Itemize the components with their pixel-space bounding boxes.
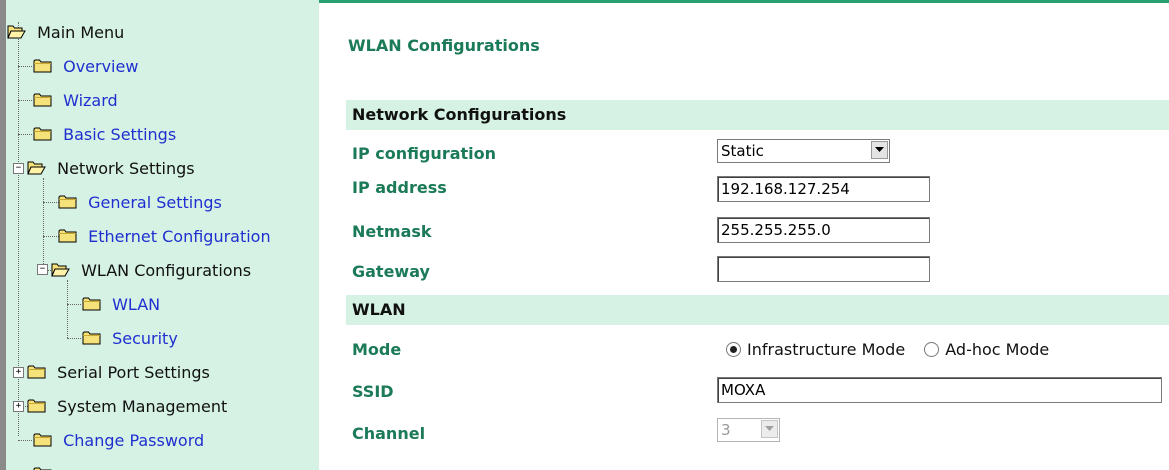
tree-line (18, 134, 32, 135)
section-header-network: Network Configurations (346, 100, 1169, 130)
channel-select[interactable]: 3 (717, 418, 780, 442)
netmask-label: Netmask (352, 222, 432, 241)
sidebar-item-label: Wizard (63, 90, 118, 110)
sidebar-item-basic-settings[interactable]: Basic Settings (33, 122, 176, 146)
gateway-input[interactable] (717, 256, 930, 282)
ip-configuration-select[interactable]: Static (717, 139, 890, 163)
tree-line (43, 202, 59, 203)
sidebar-item-ethernet-configuration[interactable]: Ethernet Configuration (58, 224, 271, 248)
mode-label: Mode (352, 340, 402, 359)
adhoc-mode-label: Ad-hoc Mode (945, 340, 1050, 359)
netmask-input[interactable] (717, 217, 930, 243)
sidebar-item-label: Ethernet Configuration (88, 226, 271, 246)
open-folder-icon (27, 160, 46, 175)
open-folder-icon (7, 24, 26, 39)
folder-icon (33, 58, 52, 73)
ip-address-input[interactable] (717, 176, 930, 202)
sidebar-item-label: Overview (63, 56, 139, 76)
radio-icon[interactable] (924, 342, 940, 357)
channel-value: 3 (721, 421, 731, 439)
tree-line (67, 338, 81, 339)
chevron-down-icon[interactable] (761, 420, 778, 438)
folder-icon (33, 92, 52, 107)
sidebar-item-partial[interactable] (33, 462, 58, 470)
sidebar-item-general-settings[interactable]: General Settings (58, 190, 222, 214)
sidebar-item-label: WLAN (112, 294, 161, 314)
folder-icon (27, 398, 46, 413)
folder-icon (82, 296, 101, 311)
ip-configuration-value: Static (721, 142, 764, 160)
sidebar-item-serial-port-settings[interactable]: Serial Port Settings (27, 360, 210, 384)
folder-icon (82, 330, 101, 345)
channel-label: Channel (352, 424, 426, 443)
sidebar-item-label: Network Settings (57, 158, 195, 178)
sidebar-item-wlan-configurations[interactable]: WLAN Configurations (51, 258, 251, 282)
sidebar-item-network-settings[interactable]: Network Settings (27, 156, 195, 180)
infrastructure-mode-radio[interactable]: Infrastructure Mode (726, 340, 910, 359)
sidebar-item-label: Security (112, 328, 178, 348)
sidebar-item-system-management[interactable]: System Management (27, 394, 227, 418)
collapse-toggle[interactable]: − (13, 163, 24, 174)
section-header-wlan: WLAN (346, 295, 1169, 325)
sidebar-item-wlan[interactable]: WLAN (82, 292, 160, 316)
sidebar-item-label: Serial Port Settings (57, 362, 210, 382)
ssid-input[interactable] (717, 377, 1162, 403)
tree-line (18, 66, 32, 67)
tree-line (18, 100, 32, 101)
tree-line (43, 236, 59, 237)
sidebar-item-label: WLAN Configurations (81, 260, 252, 280)
tree-line (18, 440, 32, 441)
chevron-down-icon[interactable] (871, 141, 888, 159)
collapse-toggle[interactable]: − (37, 264, 48, 275)
expand-toggle[interactable]: + (13, 367, 24, 378)
folder-icon (27, 364, 46, 379)
folder-icon (33, 432, 52, 447)
gateway-label: Gateway (352, 262, 430, 281)
radio-icon[interactable] (726, 342, 741, 357)
sidebar-tree: − − + + Main Menu Overview Wizard Basic … (6, 0, 319, 470)
tree-line (67, 280, 68, 338)
tree-line (67, 304, 81, 305)
folder-icon (33, 466, 52, 470)
ssid-label: SSID (352, 382, 394, 401)
sidebar-item-overview[interactable]: Overview (33, 54, 138, 78)
folder-icon (58, 228, 77, 243)
sidebar-item-main-menu[interactable]: Main Menu (7, 20, 124, 44)
infrastructure-mode-label: Infrastructure Mode (747, 340, 906, 359)
sidebar-item-label: Basic Settings (63, 124, 177, 144)
open-folder-icon (51, 262, 70, 277)
page-title: WLAN Configurations (348, 36, 540, 55)
sidebar-item-label: System Management (57, 396, 228, 416)
ip-configuration-label: IP configuration (352, 144, 497, 163)
mode-radio-group: Infrastructure Mode Ad-hoc Mode (726, 340, 1049, 359)
sidebar-item-label: Change Password (63, 430, 205, 450)
folder-icon (33, 126, 52, 141)
sidebar-item-security[interactable]: Security (82, 326, 178, 350)
tree-line (43, 178, 44, 272)
sidebar-item-wizard[interactable]: Wizard (33, 88, 118, 112)
folder-icon (58, 194, 77, 209)
sidebar-item-change-password[interactable]: Change Password (33, 428, 204, 452)
expand-toggle[interactable]: + (13, 401, 24, 412)
sidebar-item-label: General Settings (88, 192, 222, 212)
adhoc-mode-radio[interactable]: Ad-hoc Mode (924, 340, 1049, 359)
ip-address-label: IP address (352, 178, 447, 197)
sidebar-item-label: Main Menu (37, 22, 125, 42)
top-accent-line (319, 0, 1169, 3)
